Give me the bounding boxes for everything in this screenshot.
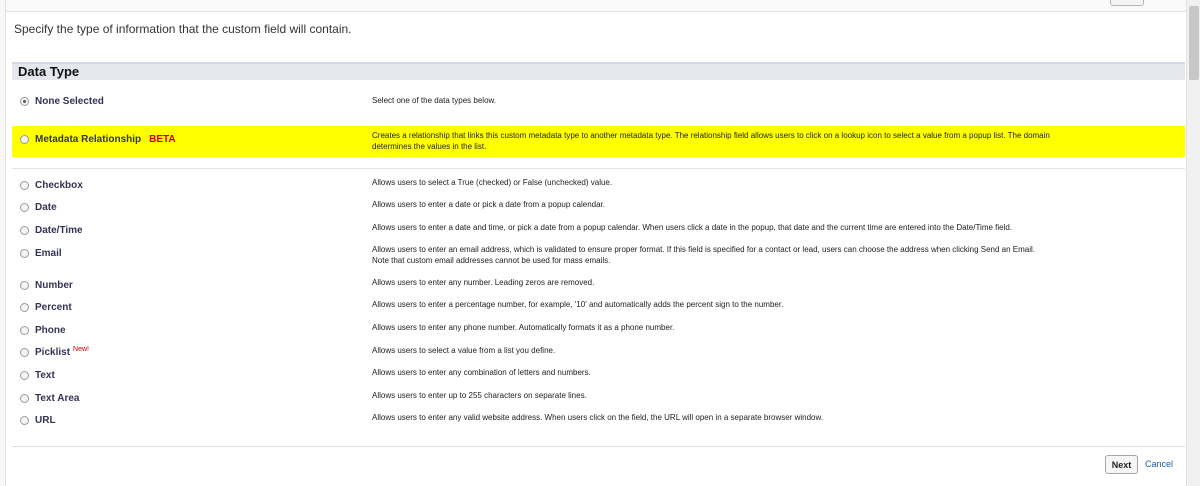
radio-none-selected[interactable] xyxy=(20,97,29,106)
option-label: Date/Time xyxy=(35,225,83,236)
section-title: Data Type xyxy=(18,64,80,79)
radio-phone[interactable] xyxy=(20,326,29,335)
option-description: Allows users to select a True (checked) … xyxy=(372,178,613,187)
option-description: Allows users to enter any combination of… xyxy=(372,368,591,377)
section-header xyxy=(12,62,1185,80)
option-checkbox[interactable]: Checkbox xyxy=(20,180,83,191)
option-date[interactable]: Date xyxy=(20,202,57,213)
option-text[interactable]: Text xyxy=(20,370,55,381)
beta-badge: BETA xyxy=(149,134,176,145)
option-description: Select one of the data types below. xyxy=(372,96,497,105)
option-number[interactable]: Number xyxy=(20,280,73,291)
option-metadata-relationship[interactable]: Metadata Relationship BETA xyxy=(20,134,176,145)
divider xyxy=(12,168,1185,169)
option-label: Phone xyxy=(35,325,66,336)
option-description: Creates a relationship that links this c… xyxy=(372,131,1050,151)
radio-date-time[interactable] xyxy=(20,226,29,235)
option-label: Picklist xyxy=(35,347,71,358)
top-button-partial[interactable] xyxy=(1110,0,1144,6)
option-none-selected[interactable]: None Selected xyxy=(20,96,104,107)
new-badge: New! xyxy=(73,346,89,353)
vertical-scrollbar[interactable] xyxy=(1186,0,1200,486)
option-label: None Selected xyxy=(35,96,104,107)
radio-percent[interactable] xyxy=(20,303,29,312)
option-description: Allows users to enter a date or pick a d… xyxy=(372,200,606,209)
option-description: Allows users to enter a percentage numbe… xyxy=(372,300,784,309)
option-text-area[interactable]: Text Area xyxy=(20,393,79,404)
option-label: Text Area xyxy=(35,393,80,404)
radio-text-area[interactable] xyxy=(20,394,29,403)
option-picklist[interactable]: Picklist New! xyxy=(20,346,89,358)
radio-number[interactable] xyxy=(20,281,29,290)
radio-url[interactable] xyxy=(20,416,29,425)
radio-email[interactable] xyxy=(20,249,29,258)
option-url[interactable]: URL xyxy=(20,415,56,426)
option-description: Allows users to enter any number. Leadin… xyxy=(372,278,595,287)
option-percent[interactable]: Percent xyxy=(20,302,72,313)
radio-text[interactable] xyxy=(20,371,29,380)
option-label: Number xyxy=(35,280,73,291)
radio-date[interactable] xyxy=(20,203,29,212)
option-label: Email xyxy=(35,248,62,259)
radio-checkbox[interactable] xyxy=(20,181,29,190)
option-description: Allows users to enter a date and time, o… xyxy=(372,223,1013,232)
radio-picklist[interactable] xyxy=(20,348,29,357)
footer-divider xyxy=(12,446,1185,447)
next-button[interactable]: Next xyxy=(1105,455,1138,474)
content-panel: Specify the type of information that the… xyxy=(5,0,1186,486)
page-frame: Specify the type of information that the… xyxy=(0,0,1186,486)
option-label: Text xyxy=(35,370,55,381)
cancel-link[interactable]: Cancel xyxy=(1145,459,1173,469)
option-label: URL xyxy=(35,415,56,426)
top-strip xyxy=(6,0,1186,12)
option-description: Allows users to enter an email address, … xyxy=(372,245,1036,265)
option-label: Checkbox xyxy=(35,180,83,191)
option-email[interactable]: Email xyxy=(20,248,62,259)
option-label: Metadata Relationship xyxy=(35,134,142,145)
option-phone[interactable]: Phone xyxy=(20,325,66,336)
option-label: Date xyxy=(35,202,57,213)
option-description: Allows users to enter up to 255 characte… xyxy=(372,391,587,400)
scrollbar-thumb[interactable] xyxy=(1189,6,1199,80)
option-description: Allows users to enter any valid website … xyxy=(372,413,824,422)
option-label: Percent xyxy=(35,302,72,313)
option-description: Allows users to select a value from a li… xyxy=(372,346,556,355)
option-date-time[interactable]: Date/Time xyxy=(20,225,83,236)
radio-metadata-relationship[interactable] xyxy=(20,135,29,144)
instruction-text: Specify the type of information that the… xyxy=(14,22,352,36)
option-description: Allows users to enter any phone number. … xyxy=(372,323,675,332)
